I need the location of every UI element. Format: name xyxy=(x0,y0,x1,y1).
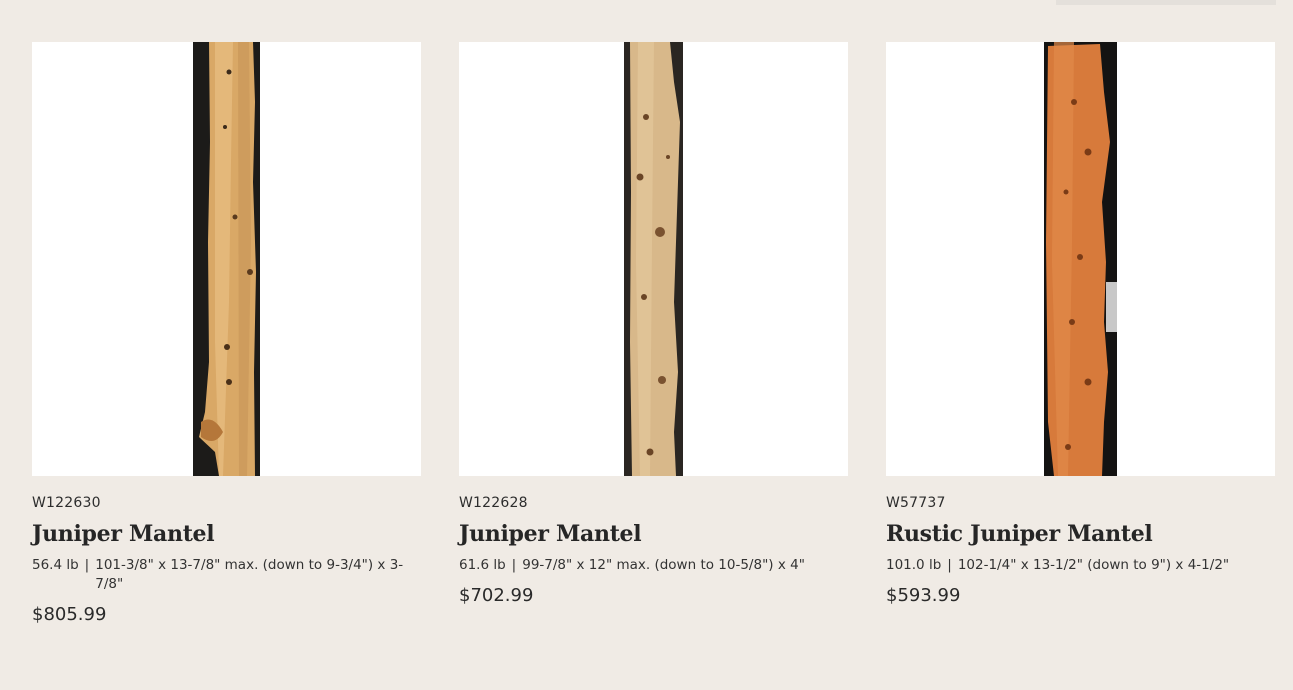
product-image[interactable] xyxy=(459,42,848,476)
product-price: $805.99 xyxy=(32,604,107,625)
wood-plank-image xyxy=(193,42,260,476)
product-card[interactable]: W122630 Juniper Mantel 56.4 lb | 101-3/8… xyxy=(32,42,421,626)
product-grid: W122630 Juniper Mantel 56.4 lb | 101-3/8… xyxy=(32,42,1275,626)
product-weight: 101.0 lb xyxy=(886,557,942,573)
product-image[interactable] xyxy=(886,42,1275,476)
product-specs: 56.4 lb | 101-3/8" x 13-7/8" max. (down … xyxy=(32,556,421,594)
wood-plank-image xyxy=(1044,42,1117,476)
product-dimensions: 102-1/4" x 13-1/2" (down to 9") x 4-1/2" xyxy=(957,557,1230,573)
product-price: $593.99 xyxy=(886,585,961,606)
top-bar xyxy=(1056,0,1276,5)
spec-separator: | xyxy=(947,557,952,573)
spec-separator: | xyxy=(84,557,90,573)
product-dimensions: 101-3/8" x 13-7/8" max. (down to 9-3/4")… xyxy=(95,557,404,592)
product-price: $702.99 xyxy=(459,585,534,606)
product-title[interactable]: Juniper Mantel xyxy=(459,520,848,548)
spec-separator: | xyxy=(511,557,517,573)
product-sku: W122630 xyxy=(32,495,101,511)
product-card[interactable]: W57737 Rustic Juniper Mantel 101.0 lb | … xyxy=(886,42,1275,626)
product-card[interactable]: W122628 Juniper Mantel 61.6 lb | 99-7/8"… xyxy=(459,42,848,626)
product-specs: 101.0 lb | 102-1/4" x 13-1/2" (down to 9… xyxy=(886,556,1275,575)
product-weight: 56.4 lb xyxy=(32,557,79,573)
product-image[interactable] xyxy=(32,42,421,476)
product-sku: W122628 xyxy=(459,495,528,511)
product-title[interactable]: Rustic Juniper Mantel xyxy=(886,520,1275,548)
product-specs: 61.6 lb | 99-7/8" x 12" max. (down to 10… xyxy=(459,556,848,575)
product-sku: W57737 xyxy=(886,495,946,511)
product-title[interactable]: Juniper Mantel xyxy=(32,520,421,548)
product-weight: 61.6 lb xyxy=(459,557,506,573)
product-dimensions: 99-7/8" x 12" max. (down to 10-5/8") x 4… xyxy=(522,557,805,573)
wood-plank-image xyxy=(624,42,683,476)
